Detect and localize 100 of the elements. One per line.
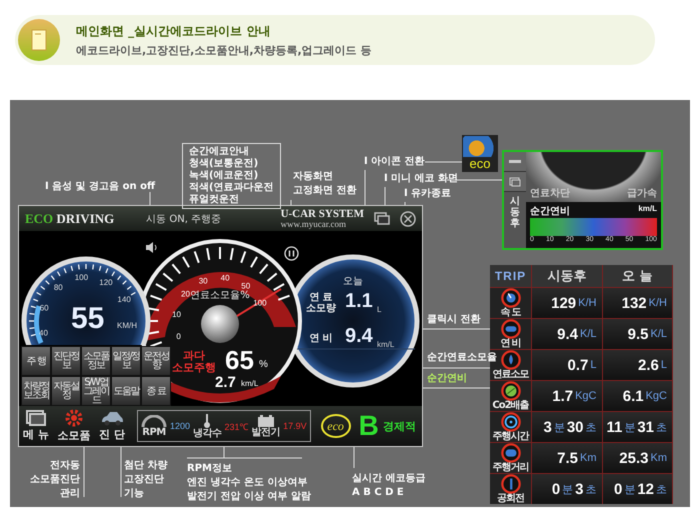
rpm-label: RPM (142, 426, 166, 438)
tick-label: 140 (117, 295, 131, 304)
rpm-gauge-icon (141, 414, 167, 426)
menu-tile[interactable]: 운전성향 (141, 346, 171, 376)
thermometer-icon (203, 414, 212, 428)
page-subtitle: 에코드라이브,고장진단,소모품안내,차량등록,업그레이드 등 (76, 42, 372, 58)
gear-icon (65, 409, 83, 427)
window-icon (26, 410, 46, 426)
tick-label: 0 (176, 332, 181, 342)
gauge-label: 연 비 (308, 333, 334, 344)
annotation-text: I 아이콘 전환 (364, 155, 425, 169)
annotation-text: I 유카종료 (404, 187, 452, 201)
menu-tile[interactable]: 자동설정 (51, 376, 81, 406)
tick-label: 120 (99, 278, 113, 287)
table-cell: 0 분 12 초 (602, 473, 673, 504)
window-icon (509, 176, 521, 186)
row-label: 공회전 (497, 494, 524, 504)
car-icon (100, 410, 124, 426)
window-switch-button[interactable] (504, 172, 526, 192)
economy-readout: 2.7 (215, 374, 236, 391)
status-text: 시동 ON, 주행중 (146, 212, 222, 226)
notepad-icon (18, 19, 60, 61)
gauge-unit: km/L (377, 340, 394, 349)
row-label: 주행시간 (492, 432, 528, 442)
annotation-text: 순간연비 (427, 372, 467, 386)
pause-icon[interactable] (284, 246, 299, 261)
annotation-text: 첨단 차량 고장진단 기능 (124, 459, 168, 501)
speed-unit: KM/H (117, 321, 137, 330)
tick-label: 10 (172, 310, 182, 319)
gauge-readout: 1.1 (345, 290, 373, 313)
annotation-text: 실시간 에코등급 A B C D E (352, 472, 426, 500)
menu-tile[interactable]: 일정/정보 (111, 346, 141, 376)
acceleration-label: 급가속 (627, 187, 657, 200)
eco-logo: eco (320, 414, 351, 438)
coolant-label: 냉각수 (193, 428, 222, 438)
column-header: 시동후 (532, 265, 602, 287)
table-cell: 3 분 30 초 (532, 411, 602, 442)
system-name: U-CAR SYSTEM (280, 208, 364, 218)
menu-tile[interactable]: 도움말 (111, 376, 141, 406)
gauge-icon (500, 474, 522, 494)
tick-label: 40 (220, 273, 230, 282)
tick-label: 80 (54, 282, 63, 292)
annotation-text: 자동화면 고정화면 전환 (293, 170, 356, 198)
table-cell: 9.5 K/L (602, 318, 673, 349)
tick-label: 60 (40, 303, 49, 312)
nav-button[interactable]: 소모품 (57, 409, 91, 443)
gauge-title: 연료소모율% (190, 289, 250, 302)
annotation-text: 클릭시 전환 (427, 313, 480, 327)
table-cell: 7.5 Km (532, 442, 602, 473)
table-cell: 1.7 KgC (532, 380, 602, 411)
window-switch-button[interactable] (374, 212, 390, 225)
leader-line (120, 446, 122, 498)
gauge-icon (500, 319, 522, 339)
gauge-icon (500, 350, 522, 370)
website-url: www.myucar.com (280, 218, 347, 228)
row-label: 주행거리 (492, 463, 528, 473)
nav-button[interactable]: 메 뉴 (19, 410, 53, 442)
voltage-value: 17.9V (283, 421, 307, 431)
tick-label: 100 (74, 273, 88, 282)
table-cell: 0 분 3 초 (532, 473, 602, 504)
economy-label: 순간연비 (530, 205, 570, 218)
row-label: 연 비 (500, 339, 521, 349)
column-header: 오 늘 (602, 265, 673, 287)
row-label: 연료소모 (492, 370, 528, 380)
close-button[interactable] (400, 210, 416, 226)
minus-icon (509, 160, 521, 164)
generator-label: 발전기 (252, 426, 280, 438)
annotation-text: 순간에코안내 청색(보통운전) 녹색(에코운전) 적색(연료과다운전 퓨얼컷운전 (182, 143, 281, 209)
grade-text: 경제적 (382, 418, 416, 434)
gauge-icon (500, 288, 522, 308)
tick-label: 50 (241, 281, 250, 290)
annotation-text: I 미니 에코 화면 (384, 172, 458, 186)
eco-grade: B (358, 410, 379, 442)
speed-readout: 55 (71, 302, 104, 336)
coolant-value: 231℃ (224, 420, 249, 432)
menu-tile[interactable]: 차량정보조회 (21, 376, 51, 406)
table-cell: 2.6 L (602, 349, 673, 380)
tick-label: 20 (181, 290, 190, 299)
annotation-text: 전자동 소모품진단 관리 (30, 459, 80, 501)
menu-tile[interactable]: S/W업그레이드 (81, 376, 111, 406)
gauge-icon (500, 443, 522, 463)
table-cell: 25.3 Km (602, 442, 673, 473)
minimize-button[interactable] (504, 152, 526, 172)
nav-button[interactable]: 진 단 (95, 410, 129, 442)
annotation-text: RPM정보 엔진 냉각수 온도 이상여부 발전기 전압 이상 여부 알람 (187, 462, 311, 504)
menu-tile[interactable]: 주 행 (21, 346, 51, 376)
annotation-text: 순간연료소모율 (427, 351, 497, 365)
menu-tile[interactable]: 소모품정보 (81, 346, 111, 376)
table-cell: 9.4 K/L (532, 318, 602, 349)
table-cell: 6.1 KgC (602, 380, 673, 411)
gauge-icon (500, 412, 522, 432)
menu-tile[interactable]: 진단정보 (51, 346, 81, 376)
eco-icon[interactable]: eco (462, 135, 498, 172)
table-cell: 11 분 31 초 (602, 411, 673, 442)
menu-tile[interactable]: 종 료 (141, 376, 171, 406)
speaker-icon[interactable] (145, 241, 158, 254)
rpm-value: 1200 (170, 421, 190, 431)
annotation-text: I 음성 및 경고음 on off (45, 180, 156, 194)
tick-label: 30 (198, 276, 208, 286)
battery-icon (256, 414, 275, 426)
